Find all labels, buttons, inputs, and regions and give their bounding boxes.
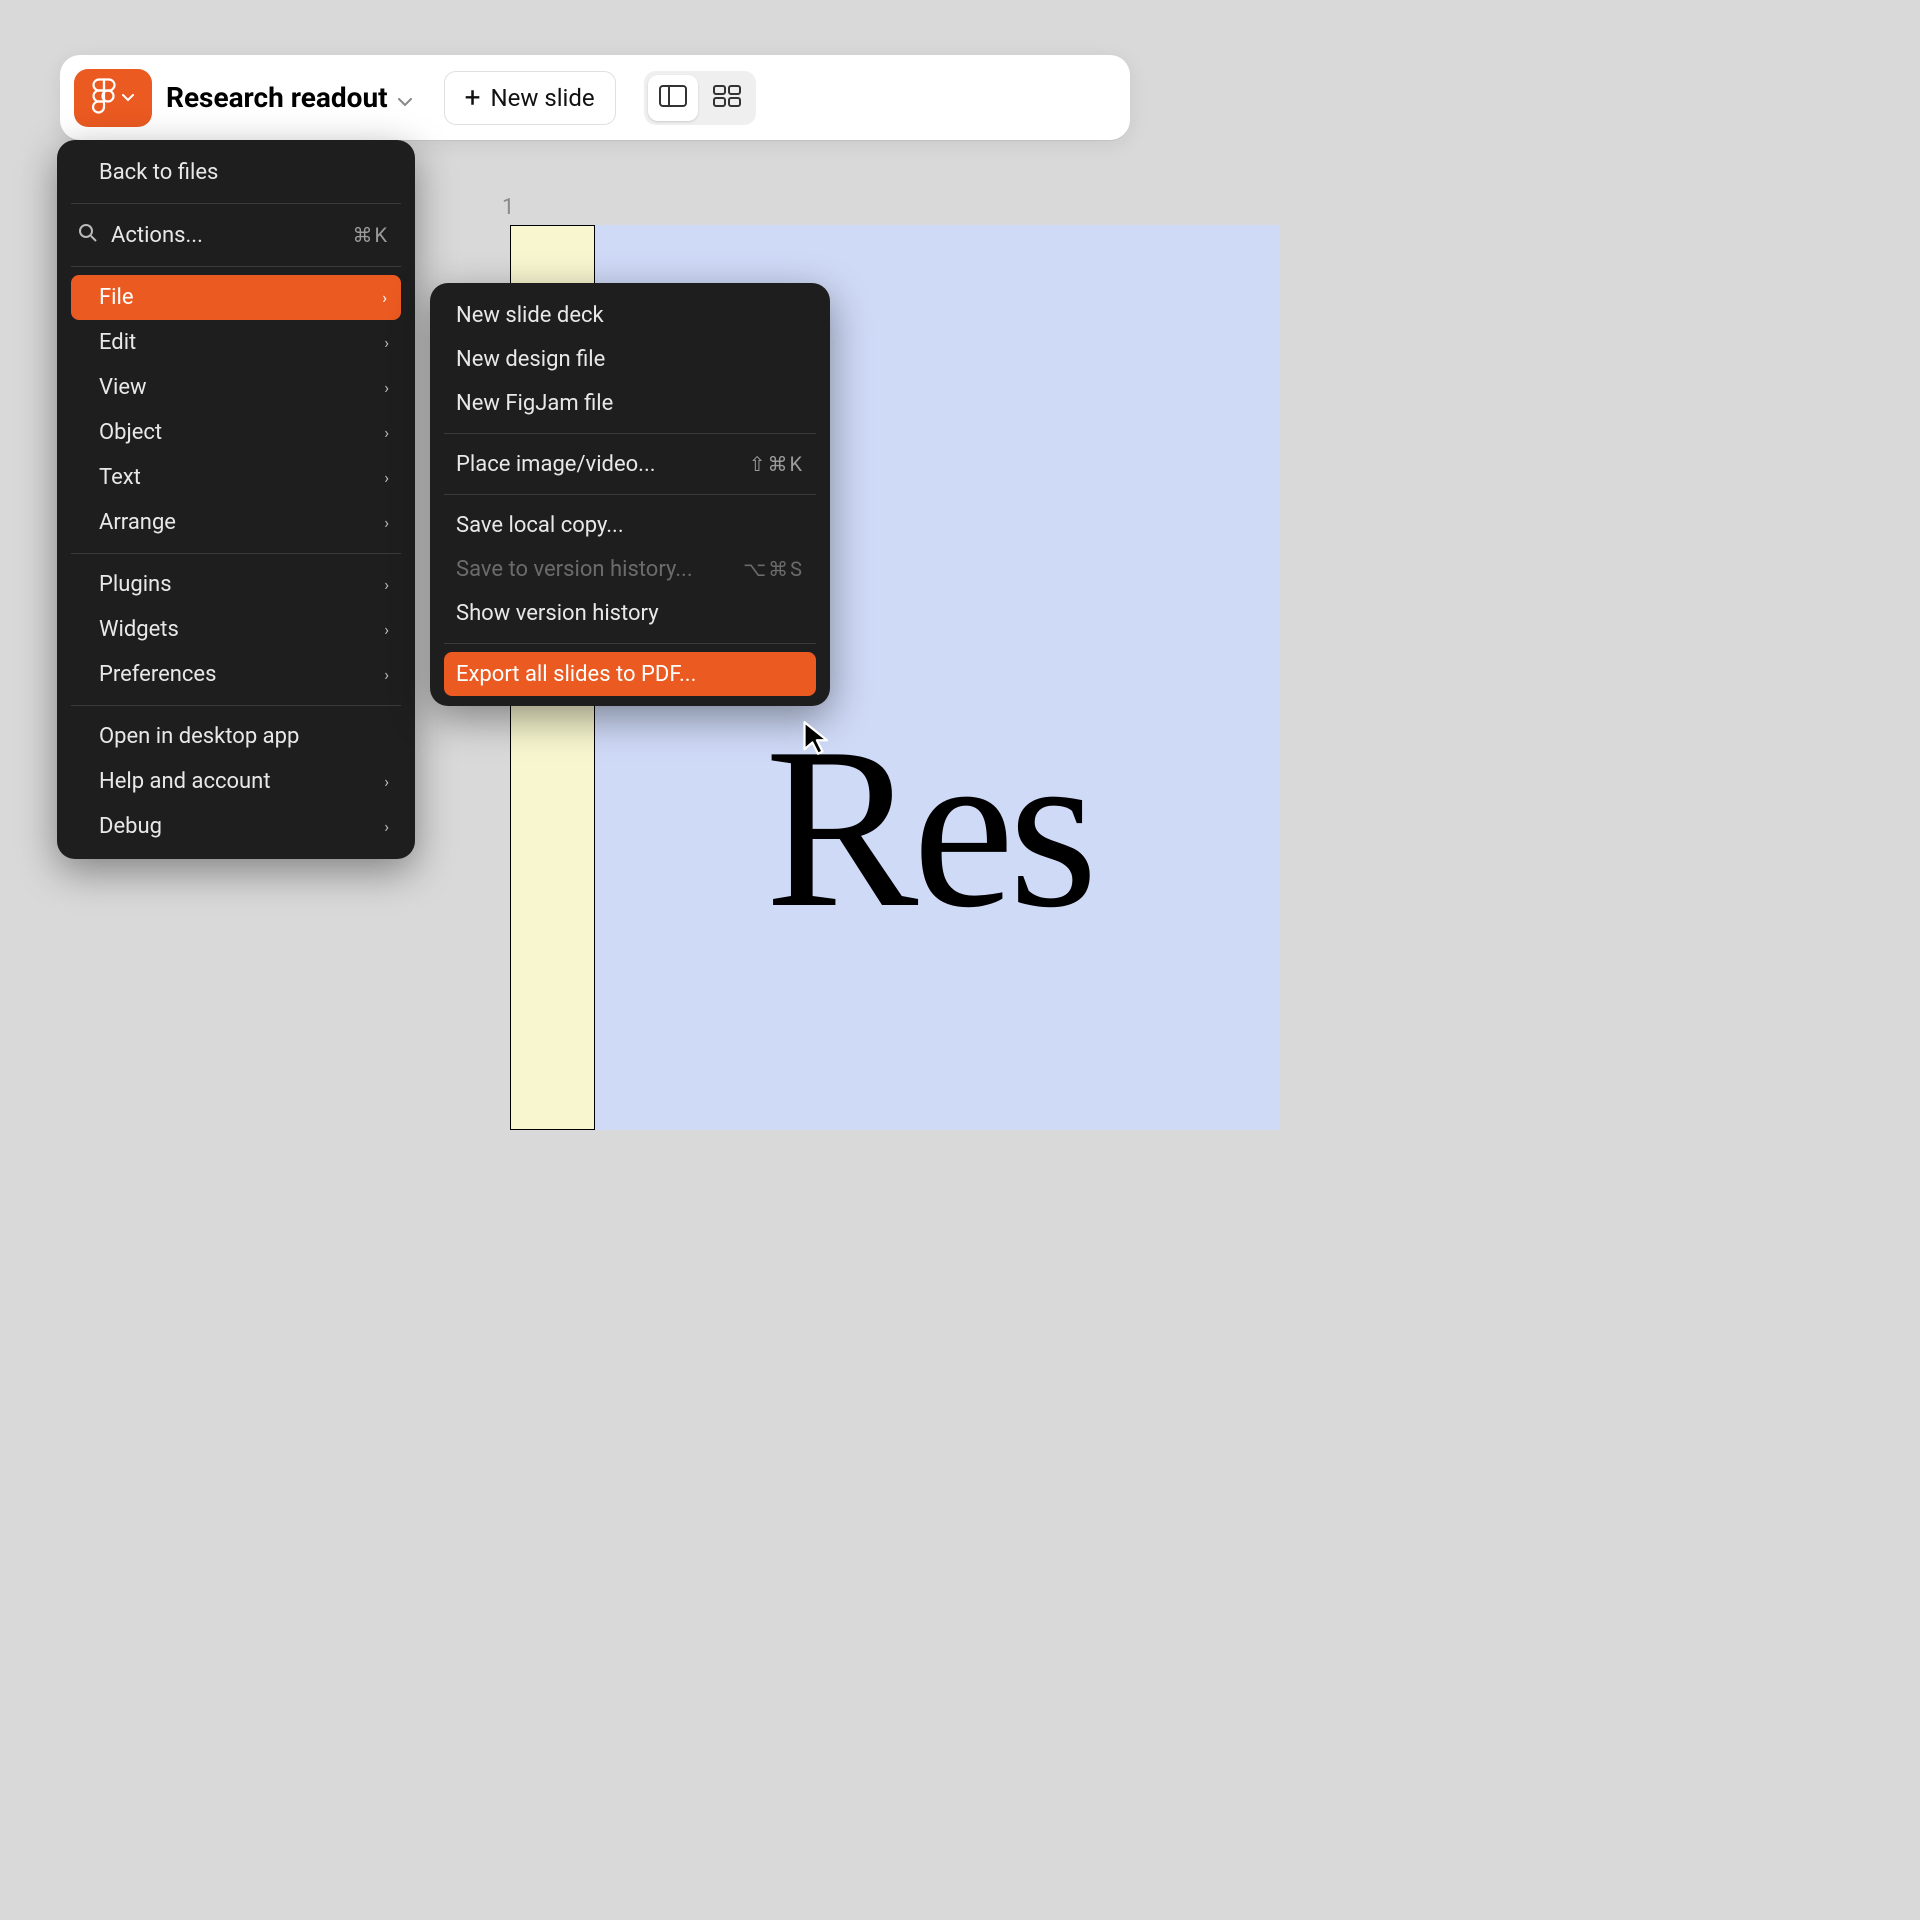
menu-item-edit[interactable]: Edit › <box>57 320 415 365</box>
menu-item-preferences[interactable]: Preferences › <box>57 652 415 697</box>
grid-view-button[interactable] <box>702 75 752 121</box>
mouse-cursor-icon <box>800 720 836 756</box>
top-toolbar: Research readout + New slide <box>60 55 1130 140</box>
new-slide-button[interactable]: + New slide <box>444 71 616 125</box>
plus-icon: + <box>465 84 481 112</box>
submenu-item-export-pdf[interactable]: Export all slides to PDF... <box>444 652 816 696</box>
menu-item-label: Plugins <box>99 572 172 597</box>
figma-menu-button[interactable] <box>74 69 152 127</box>
menu-item-arrange[interactable]: Arrange › <box>57 500 415 545</box>
submenu-item-save-version: Save to version history... ⌥⌘S <box>430 547 830 591</box>
menu-item-label: Text <box>99 465 141 490</box>
menu-item-actions[interactable]: Actions... ⌘K <box>57 212 415 258</box>
menu-item-widgets[interactable]: Widgets › <box>57 607 415 652</box>
menu-separator <box>71 705 401 706</box>
main-menu: Back to files Actions... ⌘K File › Edit … <box>57 140 415 859</box>
menu-item-help[interactable]: Help and account › <box>57 759 415 804</box>
menu-item-open-desktop[interactable]: Open in desktop app <box>57 714 415 759</box>
figma-logo-icon <box>92 78 116 118</box>
menu-item-label: Save to version history... <box>456 557 693 582</box>
chevron-right-icon: › <box>384 575 389 594</box>
menu-item-label: Preferences <box>99 662 216 687</box>
menu-item-label: Edit <box>99 330 136 355</box>
menu-item-label: Show version history <box>456 601 659 626</box>
chevron-down-icon <box>122 90 134 106</box>
single-slide-icon <box>659 85 687 111</box>
search-icon <box>77 222 97 248</box>
menu-item-label: New FigJam file <box>456 391 613 416</box>
menu-item-object[interactable]: Object › <box>57 410 415 455</box>
chevron-right-icon: › <box>384 817 389 836</box>
chevron-right-icon: › <box>384 772 389 791</box>
menu-item-label: Debug <box>99 814 162 839</box>
chevron-right-icon: › <box>384 620 389 639</box>
menu-item-plugins[interactable]: Plugins › <box>57 562 415 607</box>
submenu-item-new-design-file[interactable]: New design file <box>430 337 830 381</box>
submenu-item-place-image[interactable]: Place image/video... ⇧⌘K <box>430 442 830 486</box>
menu-shortcut: ⇧⌘K <box>749 452 804 476</box>
menu-item-label: Export all slides to PDF... <box>456 662 696 687</box>
document-title[interactable]: Research readout <box>166 81 412 114</box>
submenu-item-new-slide-deck[interactable]: New slide deck <box>430 293 830 337</box>
menu-item-file[interactable]: File › <box>71 275 401 320</box>
grid-icon <box>713 85 741 111</box>
menu-item-label: Help and account <box>99 769 271 794</box>
chevron-right-icon: › <box>384 665 389 684</box>
menu-separator <box>444 433 816 434</box>
menu-item-label: Actions... <box>111 223 203 248</box>
chevron-right-icon: › <box>384 378 389 397</box>
menu-item-back[interactable]: Back to files <box>57 150 415 195</box>
menu-shortcut: ⌘K <box>352 223 389 247</box>
chevron-right-icon: › <box>384 423 389 442</box>
menu-item-text[interactable]: Text › <box>57 455 415 500</box>
menu-separator <box>71 553 401 554</box>
menu-item-view[interactable]: View › <box>57 365 415 410</box>
menu-separator <box>71 266 401 267</box>
menu-item-label: File <box>99 285 134 310</box>
submenu-item-save-local[interactable]: Save local copy... <box>430 503 830 547</box>
chevron-down-icon <box>398 81 412 114</box>
chevron-right-icon: › <box>384 333 389 352</box>
chevron-right-icon: › <box>382 288 387 307</box>
menu-item-label: Object <box>99 420 162 445</box>
menu-item-label: Arrange <box>99 510 176 535</box>
menu-shortcut: ⌥⌘S <box>743 557 804 581</box>
slide-number: 1 <box>502 195 514 220</box>
menu-item-debug[interactable]: Debug › <box>57 804 415 849</box>
chevron-right-icon: › <box>384 513 389 532</box>
single-view-button[interactable] <box>648 75 698 121</box>
menu-separator <box>444 643 816 644</box>
menu-item-label: Back to files <box>99 160 218 185</box>
view-mode-toggle <box>644 71 756 125</box>
menu-item-label: Place image/video... <box>456 452 656 477</box>
submenu-item-new-figjam-file[interactable]: New FigJam file <box>430 381 830 425</box>
menu-item-label: New design file <box>456 347 605 372</box>
menu-item-label: Open in desktop app <box>99 724 299 749</box>
chevron-right-icon: › <box>384 468 389 487</box>
menu-item-label: Save local copy... <box>456 513 624 538</box>
new-slide-label: New slide <box>490 84 594 112</box>
menu-separator <box>444 494 816 495</box>
document-title-text: Research readout <box>166 81 388 114</box>
menu-item-label: View <box>99 375 147 400</box>
menu-separator <box>71 203 401 204</box>
file-submenu: New slide deck New design file New FigJa… <box>430 283 830 706</box>
menu-item-label: New slide deck <box>456 303 604 328</box>
submenu-item-show-version[interactable]: Show version history <box>430 591 830 635</box>
menu-item-label: Widgets <box>99 617 179 642</box>
